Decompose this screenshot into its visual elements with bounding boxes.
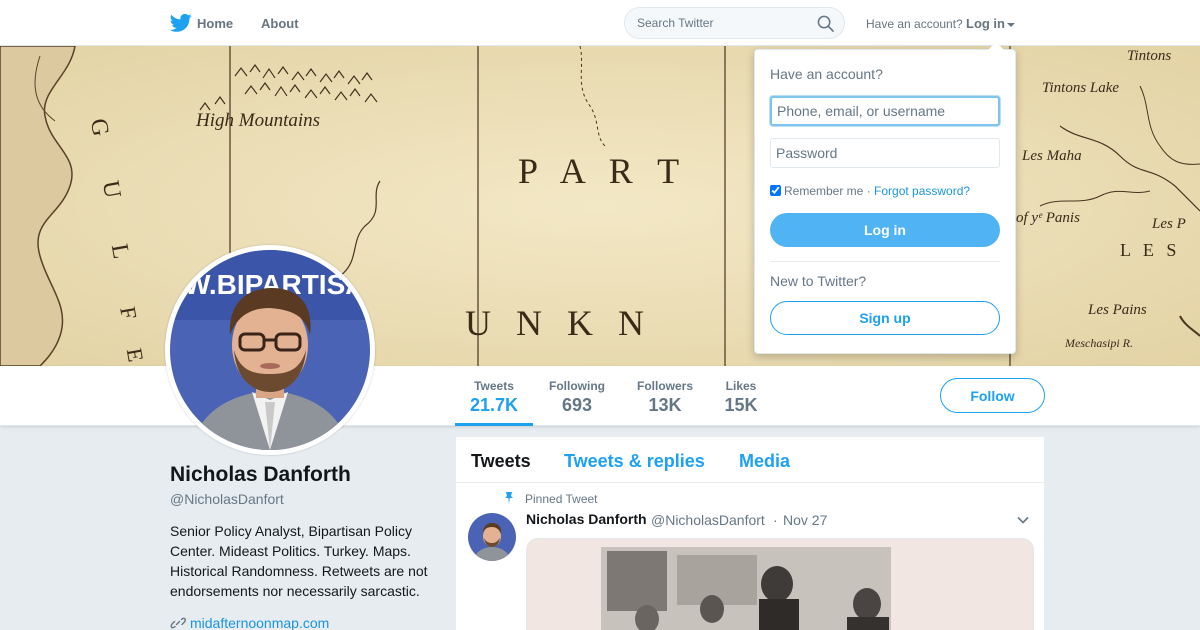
password-input[interactable]: [770, 138, 1000, 168]
timeline: Tweets Tweets & replies Media Pinned Twe…: [456, 437, 1044, 630]
map-label: Les Pains: [1088, 302, 1147, 318]
link-icon: [170, 617, 186, 629]
stat-tweets[interactable]: Tweets 21.7K: [455, 366, 533, 426]
new-to-twitter-text: New to Twitter?: [770, 273, 867, 289]
stat-value: 693: [561, 395, 593, 415]
top-navigation: Home About Have an account? Log in: [0, 0, 1200, 46]
remember-separator: ·: [863, 184, 875, 198]
login-toggle-label: Log in: [966, 16, 1005, 31]
login-dropdown-title: Have an account?: [770, 66, 883, 82]
map-label: Meschasipi R.: [1065, 336, 1133, 350]
tab-tweets[interactable]: Tweets: [471, 451, 531, 472]
profile-photo: W.BIPARTISA: [170, 250, 370, 450]
search-input[interactable]: [625, 8, 805, 38]
tweet-date[interactable]: Nov 27: [783, 512, 827, 528]
stat-value: 13K: [648, 395, 682, 415]
stat-label: Tweets: [474, 379, 514, 393]
stat-likes[interactable]: Likes 15K: [716, 366, 766, 426]
map-label: P A R T: [518, 151, 688, 191]
chevron-down-icon[interactable]: [1016, 513, 1030, 527]
search-icon[interactable]: [817, 15, 834, 32]
nav-about-link[interactable]: About: [261, 16, 299, 31]
stat-value: 15K: [724, 395, 758, 415]
map-label: Tintons: [1127, 48, 1172, 64]
map-label: Tintons Lake: [1042, 80, 1120, 96]
tweet-author-handle[interactable]: @NicholasDanfort: [651, 512, 765, 528]
map-label: Les P: [1152, 216, 1186, 232]
tweet-separator: ·: [773, 512, 778, 528]
tweet-avatar-photo: [468, 513, 516, 561]
signup-button[interactable]: Sign up: [770, 301, 1000, 335]
profile-name[interactable]: Nicholas Danforth: [170, 463, 351, 487]
login-dropdown: Have an account? Remember me · Forgot pa…: [754, 42, 1016, 354]
remember-me-checkbox[interactable]: [770, 185, 781, 196]
profile-handle[interactable]: @NicholasDanfort: [170, 491, 284, 507]
stat-label: Followers: [636, 379, 693, 393]
map-label: High Mountains: [196, 110, 321, 131]
stat-label: Following: [549, 379, 605, 393]
pinned-tweet-label: Pinned Tweet: [525, 492, 598, 506]
search-box: [624, 7, 845, 39]
tweet-avatar[interactable]: [468, 513, 516, 561]
remember-me: Remember me · Forgot password?: [770, 184, 970, 198]
profile-website-link[interactable]: midafternoonmap.com: [170, 615, 329, 630]
stat-value: 21.7K: [469, 395, 519, 415]
tab-tweets-replies[interactable]: Tweets & replies: [564, 451, 705, 472]
have-account-text: Have an account?: [866, 17, 963, 31]
nav-home-link[interactable]: Home: [197, 16, 233, 31]
avatar[interactable]: W.BIPARTISA: [165, 245, 375, 455]
login-button[interactable]: Log in: [770, 213, 1000, 247]
tweet-media-image[interactable]: [526, 538, 1034, 630]
stat-label: Likes: [725, 379, 757, 393]
follow-button[interactable]: Follow: [940, 378, 1045, 413]
login-dropdown-toggle[interactable]: Log in: [966, 16, 1015, 31]
forgot-password-link[interactable]: Forgot password?: [874, 184, 970, 198]
stat-following[interactable]: Following 693: [541, 366, 613, 426]
tweet-author-name[interactable]: Nicholas Danforth: [526, 511, 647, 527]
pin-icon: [505, 492, 513, 504]
twitter-bird-icon[interactable]: [170, 13, 192, 33]
caret-down-icon: [1007, 22, 1015, 27]
divider: [770, 261, 1000, 262]
username-input[interactable]: [770, 96, 1000, 126]
vintage-illustration: [527, 539, 1033, 630]
map-label: U N K N: [465, 303, 652, 343]
map-label: Les Maha: [1022, 148, 1082, 164]
remember-me-label[interactable]: Remember me: [784, 184, 863, 198]
stat-followers[interactable]: Followers 13K: [630, 366, 700, 426]
map-label: of yᵉ Panis: [1016, 210, 1080, 226]
profile-bio: Senior Policy Analyst, Bipartisan Policy…: [170, 523, 428, 599]
profile-website-text: midafternoonmap.com: [190, 615, 330, 630]
tab-media[interactable]: Media: [739, 451, 790, 472]
dropdown-caret: [988, 42, 1004, 50]
pinned-tweet[interactable]: Pinned Tweet Nicholas Danforth @Nicholas…: [456, 483, 1044, 630]
map-label: L E S: [1120, 240, 1181, 260]
timeline-tabs: Tweets Tweets & replies Media: [456, 437, 1044, 483]
